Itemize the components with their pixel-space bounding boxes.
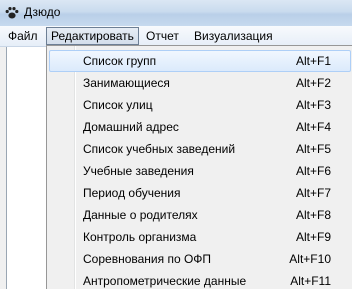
title-bar: Дзюдо — [0, 0, 352, 26]
menu-item-shortcut: Alt+F4 — [295, 120, 331, 134]
menu-item-shortcut: Alt+F8 — [295, 208, 331, 222]
menu-item-label: Антропометрические данные — [83, 274, 247, 288]
menu-item-home-address[interactable]: Домашний адрес Alt+F4 — [49, 116, 351, 138]
menu-item-label: Контроль организма — [83, 230, 197, 244]
menu-item-label: Список учебных заведений — [83, 142, 236, 156]
menu-item-schools[interactable]: Учебные заведения Alt+F6 — [49, 160, 351, 182]
menu-item-shortcut: Alt+F5 — [295, 142, 331, 156]
menu-item-shortcut: Alt+F2 — [295, 76, 331, 90]
menu-item-shortcut: Alt+F9 — [295, 230, 331, 244]
menu-item-groups-list[interactable]: Список групп Alt+F1 — [49, 50, 351, 72]
client-area — [6, 47, 47, 289]
menu-item-streets-list[interactable]: Список улиц Alt+F3 — [49, 94, 351, 116]
app-window: Дзюдо Файл Редактировать Отчет Визуализа… — [0, 0, 352, 289]
menu-item-shortcut: Alt+F11 — [290, 274, 331, 288]
menu-item-shortcut: Alt+F6 — [295, 164, 331, 178]
menu-item-ofp-competitions[interactable]: Соревнования по ОФП Alt+F10 — [49, 248, 351, 270]
menu-item-shortcut: Alt+F7 — [295, 186, 331, 200]
menu-item-body-control[interactable]: Контроль организма Alt+F9 — [49, 226, 351, 248]
menu-edit[interactable]: Редактировать — [46, 27, 139, 45]
menu-item-label: Период обучения — [83, 186, 181, 200]
menu-item-label: Соревнования по ОФП — [83, 252, 212, 266]
menu-report[interactable]: Отчет — [142, 27, 183, 45]
menu-item-label: Домашний адрес — [83, 120, 179, 134]
menu-item-label: Список улиц — [83, 98, 153, 112]
menu-item-label: Данные о родителях — [83, 208, 198, 222]
menu-item-label: Список групп — [83, 54, 157, 68]
menu-item-shortcut: Alt+F10 — [289, 252, 331, 266]
menu-item-shortcut: Alt+F1 — [295, 54, 331, 68]
window-title: Дзюдо — [24, 5, 61, 19]
edit-dropdown-menu: Список групп Alt+F1 Занимающиеся Alt+F2 … — [46, 45, 352, 289]
menu-visualization[interactable]: Визуализация — [190, 27, 277, 45]
menu-item-anthropometric-data[interactable]: Антропометрические данные Alt+F11 — [49, 270, 351, 289]
menu-bar: Файл Редактировать Отчет Визуализация — [0, 26, 352, 47]
menu-file[interactable]: Файл — [4, 27, 42, 45]
menu-item-label: Занимающиеся — [83, 76, 170, 90]
menu-item-parents-data[interactable]: Данные о родителях Alt+F8 — [49, 204, 351, 226]
menu-item-trainees[interactable]: Занимающиеся Alt+F2 — [49, 72, 351, 94]
menu-item-label: Учебные заведения — [83, 164, 194, 178]
menu-item-shortcut: Alt+F3 — [295, 98, 331, 112]
paw-icon — [5, 7, 19, 19]
menu-item-study-period[interactable]: Период обучения Alt+F7 — [49, 182, 351, 204]
menu-item-schools-list[interactable]: Список учебных заведений Alt+F5 — [49, 138, 351, 160]
